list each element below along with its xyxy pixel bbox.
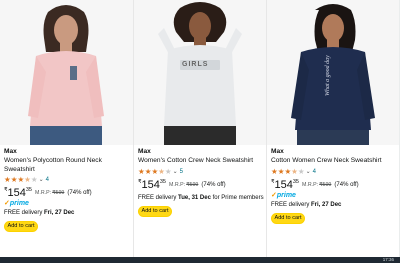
print-text: GIRLS — [182, 61, 209, 68]
delivery-info: FREE delivery Tue, 31 Dec for Prime memb… — [138, 194, 264, 202]
star-full-icon: ★★★ — [271, 166, 292, 176]
prime-badge: ✓ prime — [271, 192, 397, 200]
star-empty-icon: ★ — [297, 166, 305, 176]
delivery-date: Fri, 27 Dec — [44, 210, 75, 217]
star-empty-icon: ★ — [30, 175, 38, 185]
delivery-date: Tue, 31 Dec — [178, 194, 211, 201]
product-title-link[interactable]: Women's Cotton Crew Neck Sweatshirt — [138, 157, 264, 166]
star-half-icon: ★ — [158, 166, 165, 176]
star-half-icon: ★ — [291, 166, 298, 176]
prime-label: prime — [276, 191, 296, 199]
mrp-value: ₹599 — [186, 181, 199, 188]
product-image[interactable]: What a good day — [267, 0, 399, 145]
discount: (74% off) — [201, 181, 226, 188]
delivery-prefix: FREE delivery — [271, 201, 312, 208]
delivery-prefix: FREE delivery — [138, 194, 179, 201]
product-brand: Max — [4, 148, 17, 155]
add-to-cart-button[interactable]: Add to cart — [138, 205, 172, 217]
rating-stars[interactable]: ★★★ ★ ★ ⌄ 4 — [4, 176, 131, 184]
star-half-icon: ★ — [24, 175, 31, 185]
chevron-down-icon[interactable]: ⌄ — [306, 168, 311, 176]
delivery-info: FREE delivery Fri, 27 Dec — [271, 201, 397, 209]
mrp-value: ₹599 — [319, 181, 332, 188]
prime-badge: ✓ prime — [4, 200, 131, 208]
product-card[interactable]: What a good day Max Cotton Women Crew Ne… — [266, 0, 399, 257]
prime-label: prime — [9, 200, 29, 208]
product-brand: Max — [138, 148, 151, 155]
price[interactable]: ₹ 154 35 M.R.P: ₹599 (74% off) — [4, 187, 131, 199]
product-brand: Max — [271, 148, 284, 155]
delivery-info: FREE delivery Fri, 27 Dec — [4, 209, 131, 217]
rating-stars[interactable]: ★★★ ★ ★ ⌄ 4 — [271, 166, 397, 176]
rating-count-link[interactable]: 5 — [180, 168, 183, 176]
delivery-date: Fri, 27 Dec — [311, 201, 342, 208]
product-image[interactable]: GIRLS — [134, 0, 266, 145]
product-image[interactable] — [0, 0, 133, 145]
price-whole: 154 — [7, 187, 26, 200]
mrp-label: M.R.P: — [301, 181, 319, 188]
discount: (74% off) — [334, 181, 359, 188]
model-photo-pink-sweatshirt — [0, 0, 133, 145]
model-photo-navy-sweatshirt — [267, 0, 399, 145]
discount: (74% off) — [67, 190, 92, 197]
price[interactable]: ₹ 154 35 M.R.P: ₹599 (74% off) — [138, 179, 264, 191]
product-grid: Max Women's Polycotton Round Neck Sweats… — [0, 0, 400, 257]
add-to-cart-button[interactable]: Add to cart — [271, 212, 305, 224]
price-fraction: 35 — [159, 178, 166, 185]
taskbar-clock: 17:36 — [382, 257, 394, 262]
product-title-link[interactable]: Women's Polycotton Round Neck Sweatshirt — [4, 157, 131, 174]
print-text: What a good day — [325, 55, 331, 96]
price-whole: 154 — [274, 178, 293, 191]
mrp-label: M.R.P: — [168, 181, 186, 188]
chevron-down-icon[interactable]: ⌄ — [39, 176, 44, 184]
product-card[interactable]: GIRLS Max Women's Cotton Crew Neck Sweat… — [133, 0, 266, 257]
chevron-down-icon[interactable]: ⌄ — [173, 168, 178, 176]
rating-count-link[interactable]: 4 — [313, 168, 316, 176]
product-card[interactable]: Max Women's Polycotton Round Neck Sweats… — [0, 0, 133, 257]
star-full-icon: ★★★ — [4, 175, 25, 185]
star-empty-icon: ★ — [164, 166, 172, 176]
mrp-value: ₹599 — [52, 190, 65, 197]
star-full-icon: ★★★ — [138, 166, 159, 176]
price-whole: 154 — [141, 178, 160, 191]
add-to-cart-button[interactable]: Add to cart — [4, 221, 38, 233]
price-fraction: 35 — [292, 178, 299, 185]
model-photo-white-sweatshirt — [134, 0, 266, 145]
rating-stars[interactable]: ★★★ ★ ★ ⌄ 5 — [138, 166, 264, 176]
price-fraction: 35 — [25, 187, 32, 194]
taskbar: 17:36 — [0, 257, 400, 263]
rating-count-link[interactable]: 4 — [46, 176, 49, 184]
mrp-label: M.R.P: — [34, 190, 52, 197]
delivery-suffix: for Prime members — [210, 194, 264, 201]
product-title-link[interactable]: Cotton Women Crew Neck Sweatshirt — [271, 157, 397, 166]
delivery-prefix: FREE delivery — [4, 210, 45, 217]
price[interactable]: ₹ 154 35 M.R.P: ₹599 (74% off) — [271, 179, 397, 191]
